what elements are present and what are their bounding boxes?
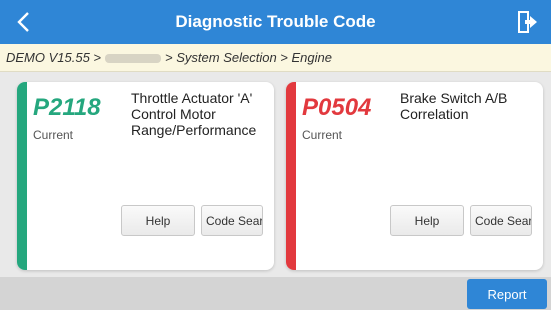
- exit-door-icon: [518, 11, 537, 33]
- report-button[interactable]: Report: [467, 279, 547, 309]
- severity-stripe: [286, 82, 296, 270]
- help-button[interactable]: Help: [390, 205, 464, 236]
- dtc-list: P2118 Current Throttle Actuator 'A' Cont…: [0, 72, 551, 277]
- severity-stripe: [17, 82, 27, 270]
- dtc-description: Throttle Actuator 'A' Control Motor Rang…: [131, 90, 257, 138]
- redacted-vehicle-name: [105, 54, 162, 64]
- breadcrumb-prefix: DEMO V15.55 >: [6, 50, 102, 65]
- dtc-state: Current: [33, 128, 74, 142]
- dtc-code: P0504: [302, 94, 372, 121]
- dtc-card: P2118 Current Throttle Actuator 'A' Cont…: [17, 82, 274, 270]
- page-title: Diagnostic Trouble Code: [175, 12, 376, 31]
- app-header: Diagnostic Trouble Code: [0, 0, 551, 44]
- breadcrumb-suffix: > System Selection > Engine: [165, 50, 332, 65]
- exit-button[interactable]: [511, 6, 543, 38]
- footer-bar: Report: [0, 277, 551, 310]
- dtc-description: Brake Switch A/B Correlation: [400, 90, 508, 122]
- dtc-card: P0504 Current Brake Switch A/B Correlati…: [286, 82, 543, 270]
- dtc-state: Current: [302, 128, 343, 142]
- code-search-button[interactable]: Code Sear: [470, 205, 532, 236]
- code-search-button[interactable]: Code Sear: [201, 205, 263, 236]
- help-button[interactable]: Help: [121, 205, 195, 236]
- dtc-code: P2118: [33, 94, 101, 121]
- breadcrumb: DEMO V15.55 > > System Selection > Engine: [0, 44, 551, 72]
